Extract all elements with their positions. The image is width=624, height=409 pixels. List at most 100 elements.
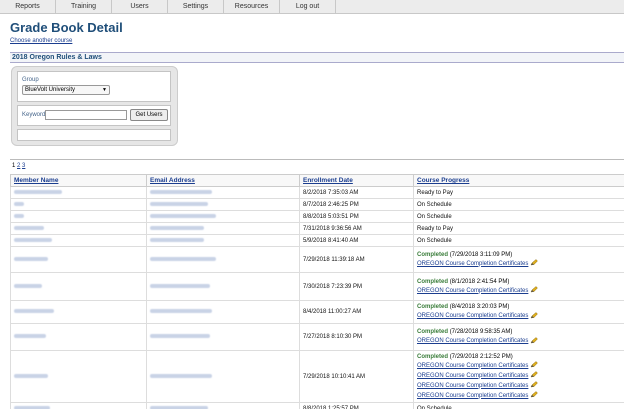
col-header-member-name[interactable]: Member Name	[10, 174, 147, 187]
certificate-entry: OREGON Course Completion Certificates	[417, 336, 621, 346]
completed-date: (8/1/2018 2:41:54 PM)	[449, 278, 510, 285]
certificate-link[interactable]: OREGON Course Completion Certificates	[417, 336, 528, 346]
member-name-cell[interactable]	[10, 350, 147, 403]
redacted-email	[150, 237, 204, 242]
redacted-email	[150, 283, 210, 288]
col-header-email[interactable]: Email Address	[146, 174, 300, 187]
nav-item-resources[interactable]: Resources	[224, 0, 280, 13]
certificate-pencil-icon[interactable]	[530, 361, 539, 368]
certificate-link[interactable]: OREGON Course Completion Certificates	[417, 371, 528, 381]
completed-date: (8/4/2018 3:20:03 PM)	[449, 304, 510, 310]
course-progress-cell: On Schedule	[413, 210, 624, 223]
email-cell	[146, 234, 300, 247]
email-cell	[146, 222, 300, 235]
status-text: On Schedule	[417, 201, 452, 208]
certificate-pencil-icon[interactable]	[530, 371, 539, 378]
get-users-button[interactable]: Get Users	[130, 109, 168, 121]
redacted-name	[14, 309, 54, 313]
nav-item-logout[interactable]: Log out	[280, 0, 336, 13]
table-row: 8/4/2018 11:00:27 AM Completed (8/4/2018 …	[10, 300, 624, 324]
col-header-enrollment-date[interactable]: Enrollment Date	[299, 174, 414, 187]
certificate-entry: OREGON Course Completion Certificates	[417, 391, 621, 401]
certificate-entry: OREGON Course Completion Certificates	[417, 259, 621, 269]
pager: 1 2 3	[12, 163, 25, 169]
completed-status: Completed (7/29/2018 3:11:09 PM)	[417, 251, 621, 259]
certificate-entry: OREGON Course Completion Certificates	[417, 311, 621, 321]
table-row: 8/2/2018 7:35:03 AM Ready to Pay	[10, 186, 624, 199]
completed-status: Completed (7/29/2018 2:12:52 PM)	[417, 353, 621, 361]
nav-item-reports[interactable]: Reports	[0, 0, 56, 13]
course-progress-cell: On Schedule	[413, 198, 624, 211]
enrollment-date-cell: 8/8/2018 1:25:57 PM	[299, 402, 414, 409]
member-name-cell[interactable]	[10, 323, 147, 351]
certificate-link[interactable]: OREGON Course Completion Certificates	[417, 259, 528, 269]
enrollment-date-cell: 7/29/2018 10:10:41 AM	[299, 350, 414, 403]
keyword-input[interactable]	[45, 110, 127, 120]
course-name: 2018 Oregon Rules & Laws	[12, 54, 102, 61]
member-name-cell[interactable]	[10, 186, 147, 199]
certificate-entry: OREGON Course Completion Certificates	[417, 286, 621, 296]
redacted-email	[150, 225, 204, 230]
member-name-cell[interactable]	[10, 234, 147, 247]
email-cell	[146, 323, 300, 351]
member-name-cell[interactable]	[10, 402, 147, 409]
certificate-pencil-icon[interactable]	[530, 286, 539, 293]
group-select[interactable]: BlueVolt University ▼	[22, 85, 110, 95]
filter-empty-box	[17, 129, 171, 141]
member-name-cell[interactable]	[10, 246, 147, 273]
pager-page-3[interactable]: 3	[22, 163, 25, 169]
redacted-name	[14, 225, 44, 230]
completed-label: Completed	[417, 278, 449, 285]
redacted-email	[150, 405, 208, 409]
results-frame: 1 2 3 Member Name Email Address Enrollme…	[10, 159, 624, 409]
status-text: On Schedule	[417, 213, 452, 220]
member-name-cell[interactable]	[10, 222, 147, 235]
nav-item-training[interactable]: Training	[56, 0, 112, 13]
redacted-name	[14, 405, 50, 409]
completed-label: Completed	[417, 353, 449, 360]
gradebook-table: Member Name Email Address Enrollment Dat…	[10, 174, 624, 409]
certificate-link[interactable]: OREGON Course Completion Certificates	[417, 311, 528, 321]
course-progress-cell: Ready to Pay	[413, 186, 624, 199]
nav-item-users[interactable]: Users	[112, 0, 168, 13]
member-name-cell[interactable]	[10, 300, 147, 324]
completed-date: (7/29/2018 3:11:09 PM)	[449, 251, 513, 258]
course-progress-cell: Completed (7/29/2018 3:11:09 PM) OREGON C…	[413, 246, 624, 273]
course-progress-cell: On Schedule	[413, 402, 624, 409]
certificate-link[interactable]: OREGON Course Completion Certificates	[417, 391, 528, 401]
certificate-entry: OREGON Course Completion Certificates	[417, 361, 621, 371]
table-row: 8/8/2018 1:25:57 PM On Schedule	[10, 402, 624, 409]
completed-status: Completed (8/4/2018 3:20:03 PM)	[417, 303, 621, 311]
email-cell	[146, 186, 300, 199]
status-text: Ready to Pay	[417, 189, 454, 196]
member-name-cell[interactable]	[10, 210, 147, 223]
course-progress-cell: Completed (7/29/2018 2:12:52 PM) OREGON C…	[413, 350, 624, 403]
pager-page-2[interactable]: 2	[17, 163, 20, 169]
member-name-cell[interactable]	[10, 272, 147, 301]
certificate-pencil-icon[interactable]	[530, 391, 539, 398]
group-label: Group	[22, 77, 39, 83]
redacted-name	[14, 283, 42, 288]
redacted-email	[150, 309, 212, 313]
certificate-link[interactable]: OREGON Course Completion Certificates	[417, 286, 528, 296]
course-progress-cell: On Schedule	[413, 234, 624, 247]
certificate-pencil-icon[interactable]	[530, 312, 539, 319]
completed-status: Completed (7/28/2018 9:58:35 AM)	[417, 328, 621, 336]
member-name-cell[interactable]	[10, 198, 147, 211]
table-row: 7/27/2018 8:10:30 PM Completed (7/28/2018…	[10, 323, 624, 351]
enrollment-date-cell: 7/27/2018 8:10:30 PM	[299, 323, 414, 351]
certificate-link[interactable]: OREGON Course Completion Certificates	[417, 361, 528, 371]
certificate-pencil-icon[interactable]	[530, 337, 539, 344]
certificate-pencil-icon[interactable]	[530, 259, 539, 266]
redacted-email	[150, 334, 210, 338]
nav-item-settings[interactable]: Settings	[168, 0, 224, 13]
group-box: Group BlueVolt University ▼	[17, 71, 171, 102]
top-nav: Reports Training Users Settings Resource…	[0, 0, 624, 14]
redacted-email	[150, 373, 212, 378]
choose-course-link[interactable]: Choose another course	[10, 38, 72, 44]
completed-label: Completed	[417, 251, 449, 258]
certificate-link[interactable]: OREGON Course Completion Certificates	[417, 381, 528, 391]
chevron-down-icon: ▼	[102, 87, 107, 93]
col-header-course-progress[interactable]: Course Progress	[413, 174, 624, 187]
certificate-pencil-icon[interactable]	[530, 381, 539, 388]
